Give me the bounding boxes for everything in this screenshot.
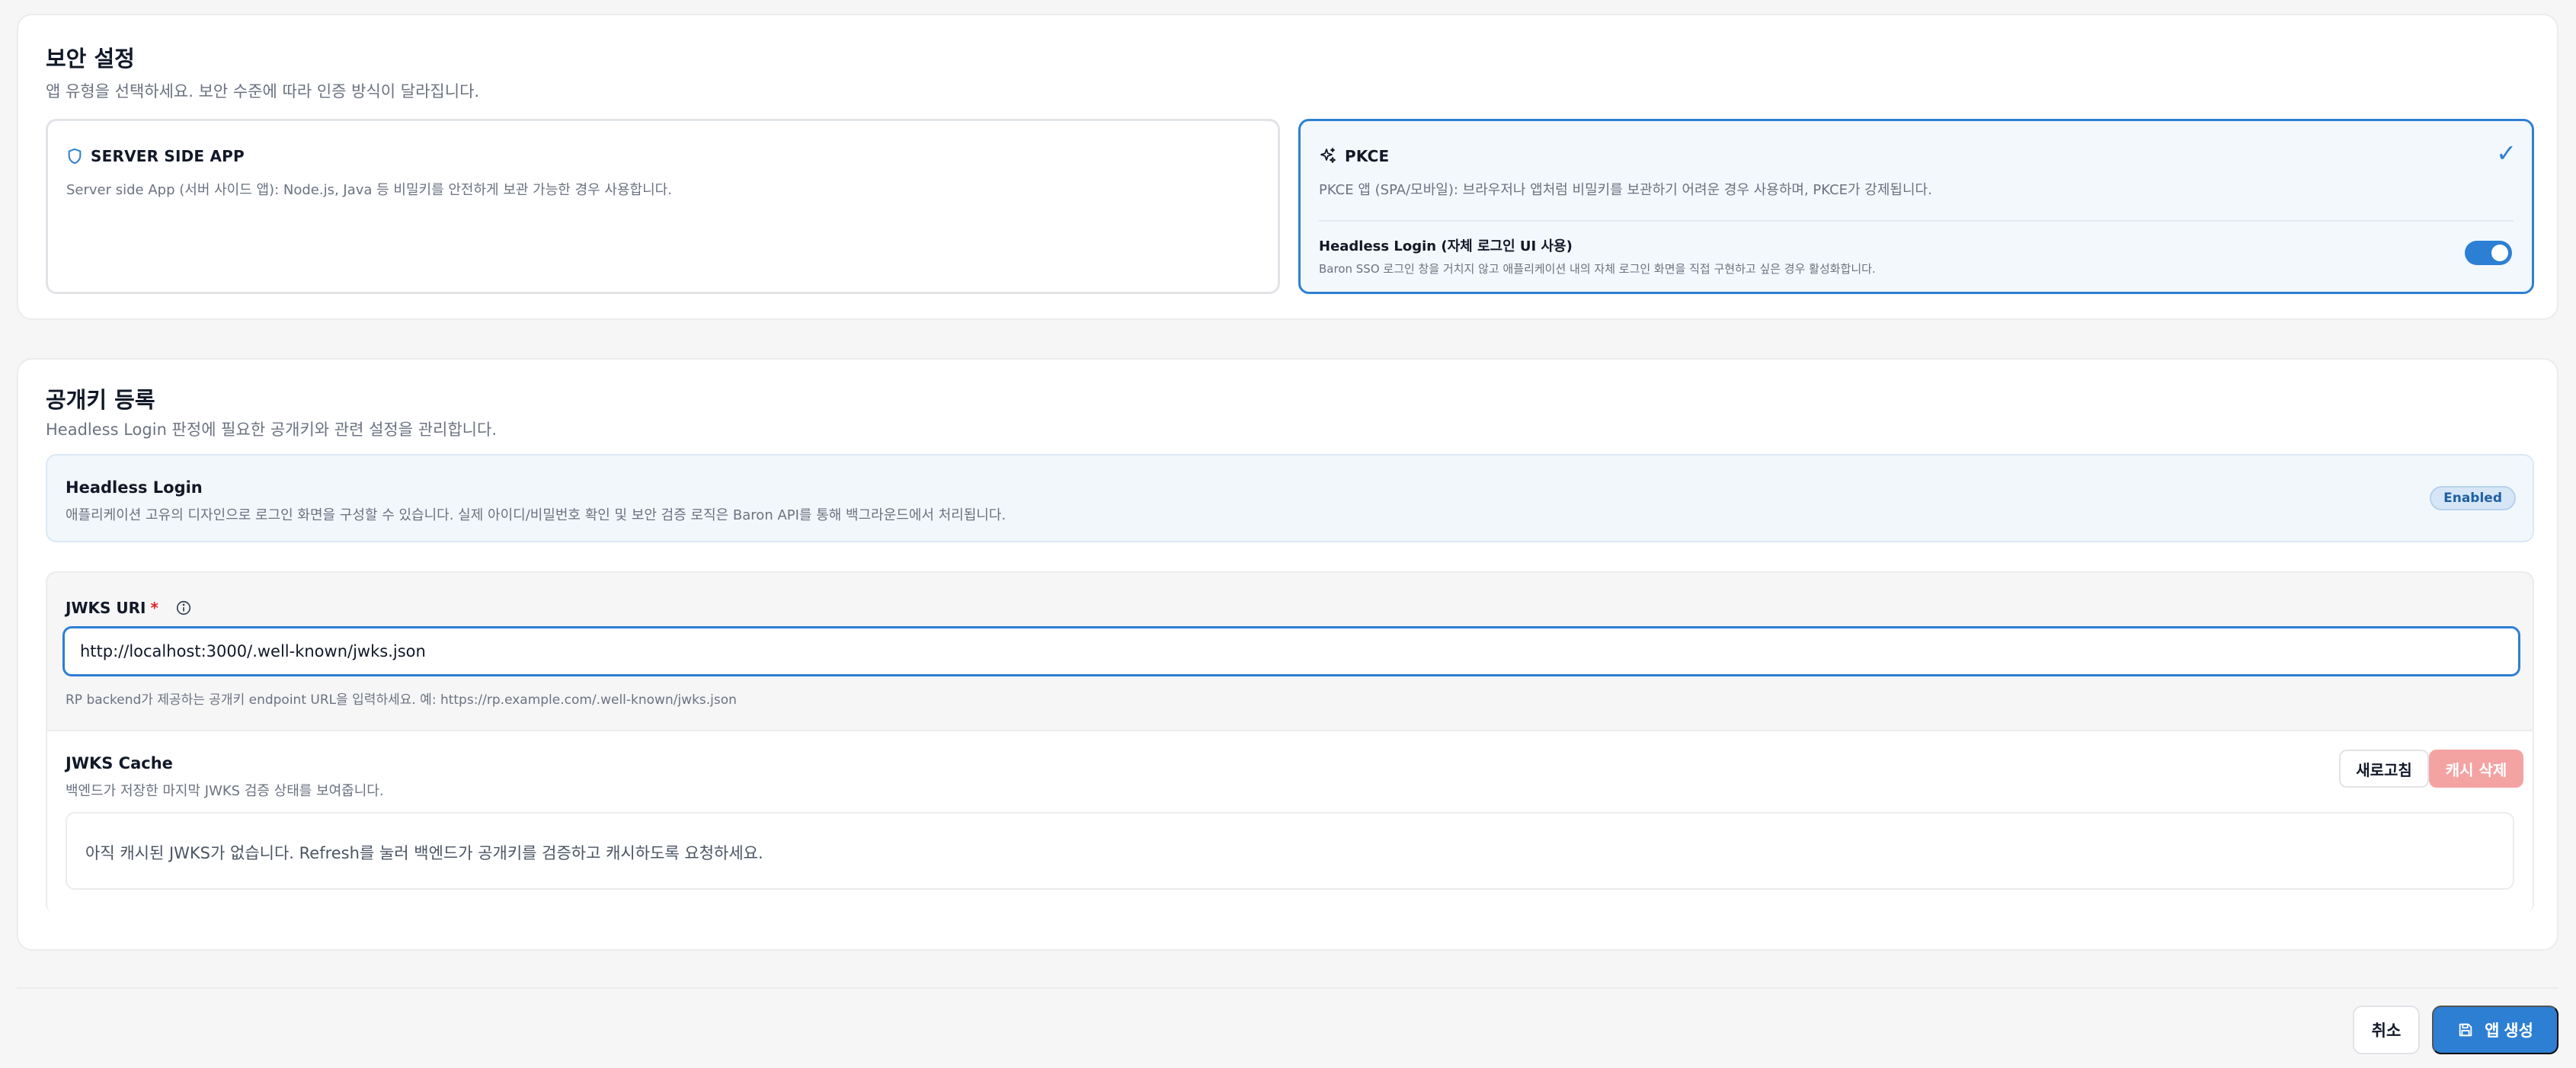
security-title: 보안 설정 <box>46 46 135 72</box>
jwks-cache-empty-state: 아직 캐시된 JWKS가 없습니다. Refresh를 눌러 백엔드가 공개키를… <box>66 812 2514 890</box>
server-side-app-option[interactable]: SERVER SIDE APP Server side App (서버 사이드 … <box>46 119 1280 294</box>
check-icon: ✓ <box>2496 139 2517 168</box>
public-key-panel: 공개키 등록 Headless Login 판정에 필요한 공개키와 관련 설정… <box>17 358 2558 951</box>
info-icon[interactable] <box>175 600 192 616</box>
server-side-app-description: Server side App (서버 사이드 앱): Node.js, Jav… <box>66 182 672 198</box>
pkce-title: PKCE <box>1345 147 1390 165</box>
create-app-button[interactable]: 앱 생성 <box>2432 1006 2558 1054</box>
jwks-uri-label-text: JWKS URI <box>66 599 146 617</box>
create-app-label: 앱 생성 <box>2485 1022 2533 1040</box>
jwks-uri-label: JWKS URI * <box>66 599 192 617</box>
sparkles-icon <box>1319 147 1337 165</box>
headless-login-toggle[interactable] <box>2465 241 2512 265</box>
pkce-header: PKCE <box>1319 147 1389 165</box>
save-icon <box>2457 1022 2474 1038</box>
headless-login-description: 애플리케이션 고유의 디자인으로 로그인 화면을 구성할 수 있습니다. 실제 … <box>66 507 1006 523</box>
required-mark: * <box>150 599 158 617</box>
jwks-cache-title: JWKS Cache <box>66 754 173 772</box>
jwks-uri-input[interactable] <box>62 626 2520 676</box>
pkce-description: PKCE 앱 (SPA/모바일): 브라우저나 앱처럼 비밀키를 보관하기 어려… <box>1319 182 1932 198</box>
headless-login-title: Headless Login <box>66 478 203 497</box>
server-side-app-title: SERVER SIDE APP <box>91 147 245 165</box>
headless-login-info: Headless Login 애플리케이션 고유의 디자인으로 로그인 화면을 … <box>46 454 2534 542</box>
headless-login-toggle-description: Baron SSO 로그인 창을 거치지 않고 애플리케이션 내의 자체 로그인… <box>1319 262 1876 276</box>
footer-divider <box>17 987 2558 989</box>
public-key-title: 공개키 등록 <box>46 387 155 413</box>
jwks-section: JWKS URI * RP backend가 제공하는 공개키 endpoint… <box>46 571 2534 914</box>
toggle-knob <box>2491 245 2508 261</box>
shield-icon <box>66 148 83 165</box>
jwks-cache-empty-text: 아직 캐시된 JWKS가 없습니다. Refresh를 눌러 백엔드가 공개키를… <box>85 844 763 862</box>
headless-login-toggle-label: Headless Login (자체 로그인 UI 사용) <box>1319 238 1573 254</box>
security-subtitle: 앱 유형을 선택하세요. 보안 수준에 따라 인증 방식이 달라집니다. <box>46 82 480 101</box>
pkce-divider <box>1319 220 2514 222</box>
server-side-app-header: SERVER SIDE APP <box>66 147 245 165</box>
refresh-button[interactable]: 새로고침 <box>2339 750 2429 788</box>
pkce-option[interactable]: PKCE ✓ PKCE 앱 (SPA/모바일): 브라우저나 앱처럼 비밀키를 … <box>1298 119 2534 294</box>
jwks-uri-help: RP backend가 제공하는 공개키 endpoint URL을 입력하세요… <box>66 692 737 708</box>
jwks-cache-section: JWKS Cache 백엔드가 저장한 마지막 JWKS 검증 상태를 보여줍니… <box>47 730 2533 914</box>
jwks-cache-description: 백엔드가 저장한 마지막 JWKS 검증 상태를 보여줍니다. <box>66 783 384 799</box>
clear-cache-button[interactable]: 캐시 삭제 <box>2429 750 2523 788</box>
cancel-button[interactable]: 취소 <box>2353 1006 2420 1054</box>
public-key-subtitle: Headless Login 판정에 필요한 공개키와 관련 설정을 관리합니다… <box>46 420 497 439</box>
security-settings-panel: 보안 설정 앱 유형을 선택하세요. 보안 수준에 따라 인증 방식이 달라집니… <box>17 14 2558 320</box>
status-badge: Enabled <box>2430 486 2516 510</box>
